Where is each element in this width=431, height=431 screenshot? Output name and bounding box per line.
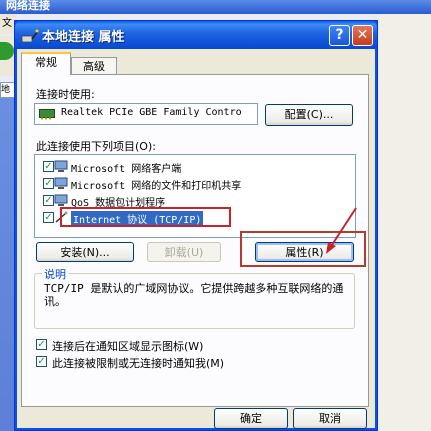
uninstall-button[interactable]: 卸载(U): [147, 242, 221, 262]
list-item-network-client[interactable]: ✓ Microsoft 网络客户端: [40, 159, 360, 175]
description-legend: 说明: [42, 266, 68, 282]
components-label: 此连接使用下列项目(O):: [36, 140, 156, 153]
network-client-icon: [54, 160, 68, 172]
file-printer-sharing-icon: [54, 177, 68, 189]
dialog-titlebar[interactable]: 本地连接 属性 ? ✕: [15, 21, 377, 49]
tcpip-highlight-box: [60, 207, 231, 227]
description-text: TCP/IP 是默认的广域网协议。它提供跨越多种互联网络的通讯。: [44, 282, 344, 308]
tcpip-checkbox[interactable]: ✓: [43, 212, 54, 223]
help-button[interactable]: ?: [329, 25, 350, 46]
configure-button[interactable]: 配置(C)...: [265, 104, 353, 126]
dialog-title: 本地连接 属性: [42, 30, 125, 45]
ok-button[interactable]: 确定: [214, 408, 288, 429]
background-content: [380, 14, 431, 431]
install-button[interactable]: 安装(N)...: [36, 242, 134, 262]
close-button[interactable]: ✕: [352, 25, 373, 46]
file-printer-sharing-label: Microsoft 网络的文件和打印机共享: [71, 181, 242, 192]
notify-label: 此连接被限制或无连接时通知我(M): [52, 357, 225, 370]
adapter-name: Realtek PCIe GBE Family Contro: [61, 107, 242, 118]
connect-using-label: 连接时使用:: [36, 88, 95, 101]
cancel-button[interactable]: 取消: [293, 408, 367, 429]
show-icon-checkbox[interactable]: ✓: [36, 339, 47, 350]
network-adapter-icon: [39, 109, 55, 120]
qos-scheduler-icon: [54, 194, 68, 206]
list-item-file-printer-sharing[interactable]: ✓ Microsoft 网络的文件和打印机共享: [40, 176, 360, 192]
background-window-title: 网络连接: [0, 0, 431, 14]
tab-general[interactable]: 常规: [21, 52, 71, 75]
notify-checkbox[interactable]: ✓: [36, 356, 47, 367]
network-connection-icon: [21, 29, 39, 43]
network-client-label: Microsoft 网络客户端: [71, 164, 182, 175]
file-printer-sharing-checkbox[interactable]: ✓: [43, 178, 54, 189]
network-client-checkbox[interactable]: ✓: [43, 161, 54, 172]
qos-checkbox[interactable]: ✓: [43, 195, 54, 206]
adapter-field: Realtek PCIe GBE Family Contro: [34, 103, 258, 125]
show-icon-label: 连接后在通知区域显示图标(W): [52, 340, 204, 353]
annotation-arrow-icon: [326, 207, 357, 254]
